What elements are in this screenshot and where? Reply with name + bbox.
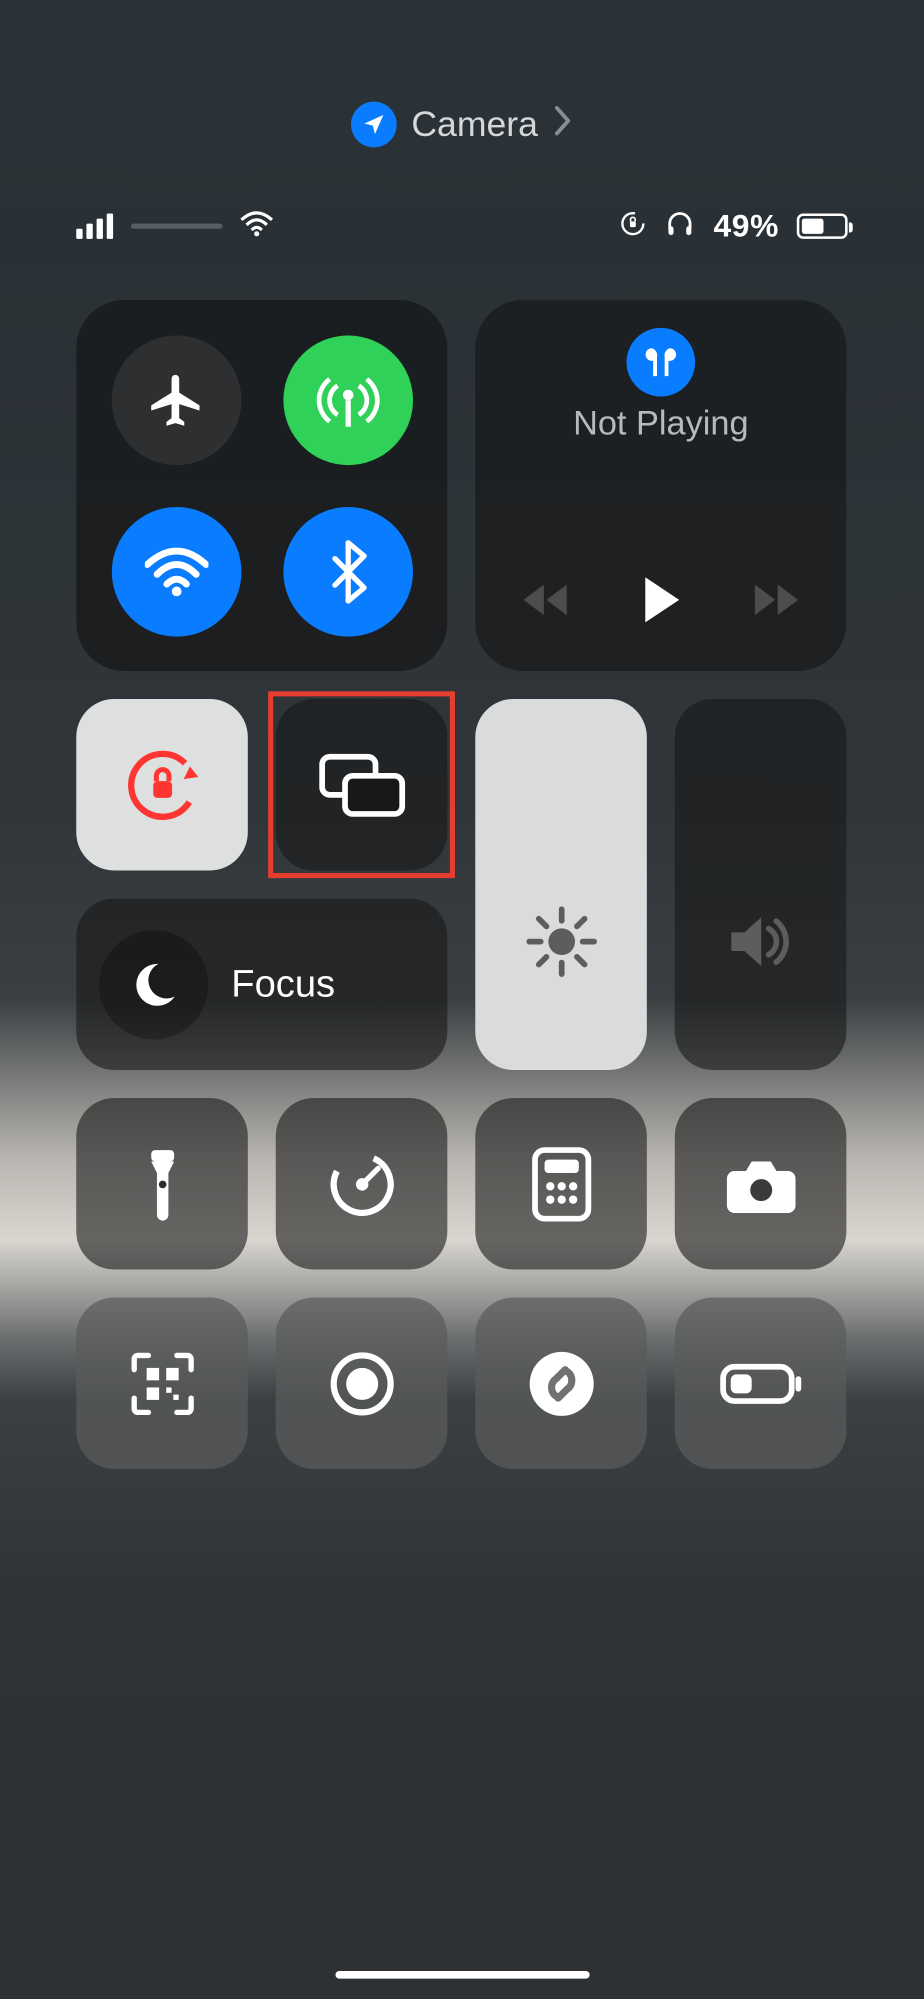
orientation-lock-button[interactable] xyxy=(76,699,248,871)
wifi-status-icon xyxy=(240,210,273,242)
moon-icon xyxy=(126,956,182,1012)
flashlight-icon xyxy=(139,1143,185,1224)
screen-mirroring-button[interactable] xyxy=(276,699,448,871)
calculator-button[interactable] xyxy=(475,1098,647,1270)
forward-button[interactable] xyxy=(750,581,803,619)
brightness-icon xyxy=(523,904,599,980)
cellular-signal-icon xyxy=(76,213,113,238)
timer-button[interactable] xyxy=(276,1098,448,1270)
audio-output-button[interactable] xyxy=(627,328,696,397)
battery-low-power-icon xyxy=(719,1362,803,1405)
volume-icon xyxy=(722,910,798,974)
screen-recording-button[interactable] xyxy=(276,1297,448,1469)
bluetooth-toggle[interactable] xyxy=(283,506,413,636)
focus-button[interactable]: Focus xyxy=(76,898,447,1070)
rewind-button[interactable] xyxy=(518,581,571,619)
media-panel[interactable]: Not Playing xyxy=(475,300,846,671)
now-playing-label: Not Playing xyxy=(573,404,748,443)
current-app-label: Camera xyxy=(411,104,538,145)
current-app-indicator[interactable]: Camera xyxy=(350,102,573,148)
play-button[interactable] xyxy=(638,574,684,625)
airplane-icon xyxy=(146,369,207,430)
timer-icon xyxy=(326,1148,397,1219)
status-bar: 49% xyxy=(76,201,847,252)
airplane-mode-toggle[interactable] xyxy=(111,335,241,465)
headphones-status-icon xyxy=(665,208,695,245)
home-indicator[interactable] xyxy=(335,1971,589,1979)
screen-mirroring-icon xyxy=(316,749,407,820)
qr-scanner-icon xyxy=(126,1348,197,1419)
battery-percent: 49% xyxy=(713,208,779,245)
camera-button[interactable] xyxy=(675,1098,847,1270)
orientation-lock-icon xyxy=(120,743,204,827)
calculator-icon xyxy=(531,1146,592,1222)
volume-slider[interactable] xyxy=(675,699,847,1070)
airpods-icon xyxy=(642,346,680,379)
low-power-mode-button[interactable] xyxy=(675,1297,847,1469)
brightness-slider[interactable] xyxy=(475,699,647,1070)
chevron-right-icon xyxy=(553,104,573,146)
battery-icon xyxy=(797,213,848,238)
cellular-antenna-icon xyxy=(316,368,380,432)
record-icon xyxy=(326,1348,397,1419)
location-icon xyxy=(350,102,396,148)
shazam-icon xyxy=(525,1348,596,1419)
cellular-data-toggle[interactable] xyxy=(283,335,413,465)
bluetooth-icon xyxy=(326,539,369,603)
focus-label: Focus xyxy=(231,963,335,1006)
camera-icon xyxy=(722,1153,798,1214)
flashlight-button[interactable] xyxy=(76,1098,248,1270)
wifi-icon xyxy=(144,546,208,597)
signal-track xyxy=(131,224,222,229)
connectivity-panel[interactable] xyxy=(76,300,447,671)
orientation-lock-status-icon xyxy=(619,209,647,243)
shazam-button[interactable] xyxy=(475,1297,647,1469)
wifi-toggle[interactable] xyxy=(111,506,241,636)
code-scanner-button[interactable] xyxy=(76,1297,248,1469)
